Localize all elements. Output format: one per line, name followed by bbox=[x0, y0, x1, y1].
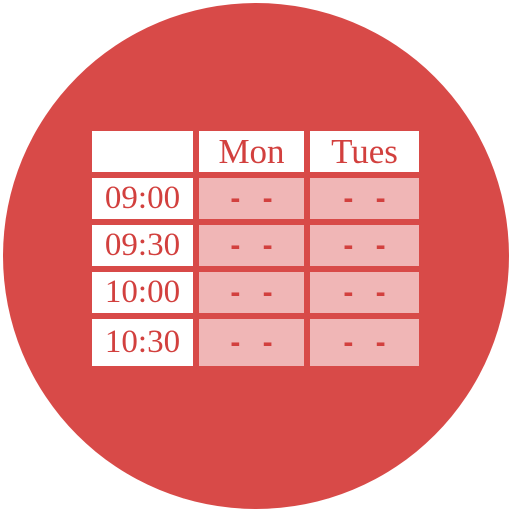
table-slot-text: - - bbox=[199, 272, 304, 313]
table-slot-text: - - bbox=[199, 225, 304, 266]
row-time-label: 10:30 bbox=[92, 319, 199, 366]
row-time-text: 09:30 bbox=[92, 225, 193, 266]
table-slot[interactable]: - - bbox=[199, 319, 310, 366]
table-slot[interactable]: - - bbox=[199, 178, 310, 225]
row-time-text: 09:00 bbox=[92, 178, 193, 219]
column-header-mon-label: Mon bbox=[199, 131, 304, 172]
table-slot-text: - - bbox=[310, 319, 419, 366]
table-corner-cell bbox=[92, 131, 199, 178]
column-header-mon[interactable]: Mon bbox=[199, 131, 310, 178]
table-slot[interactable]: - - bbox=[310, 319, 419, 366]
row-time-text: 10:30 bbox=[92, 319, 193, 366]
table-corner-label bbox=[92, 131, 193, 172]
table-slot[interactable]: - - bbox=[310, 225, 419, 272]
row-time-label: 10:00 bbox=[92, 272, 199, 319]
row-time-text: 10:00 bbox=[92, 272, 193, 313]
column-header-tues-label: Tues bbox=[310, 131, 419, 172]
schedule-table: Mon Tues 09:00 - - - - 09:30 - - - - 10:… bbox=[92, 131, 419, 380]
table-slot[interactable]: - - bbox=[199, 225, 310, 272]
column-header-tues[interactable]: Tues bbox=[310, 131, 419, 178]
table-slot[interactable]: - - bbox=[199, 272, 310, 319]
table-slot-text: - - bbox=[310, 225, 419, 266]
table-slot-text: - - bbox=[199, 178, 304, 219]
table-slot[interactable]: - - bbox=[310, 178, 419, 225]
table-slot-text: - - bbox=[310, 178, 419, 219]
row-time-label: 09:00 bbox=[92, 178, 199, 225]
icon-canvas: Mon Tues 09:00 - - - - 09:30 - - - - 10:… bbox=[0, 0, 512, 512]
table-slot[interactable]: - - bbox=[310, 272, 419, 319]
table-slot-text: - - bbox=[310, 272, 419, 313]
table-slot-text: - - bbox=[199, 319, 304, 366]
row-time-label: 09:30 bbox=[92, 225, 199, 272]
